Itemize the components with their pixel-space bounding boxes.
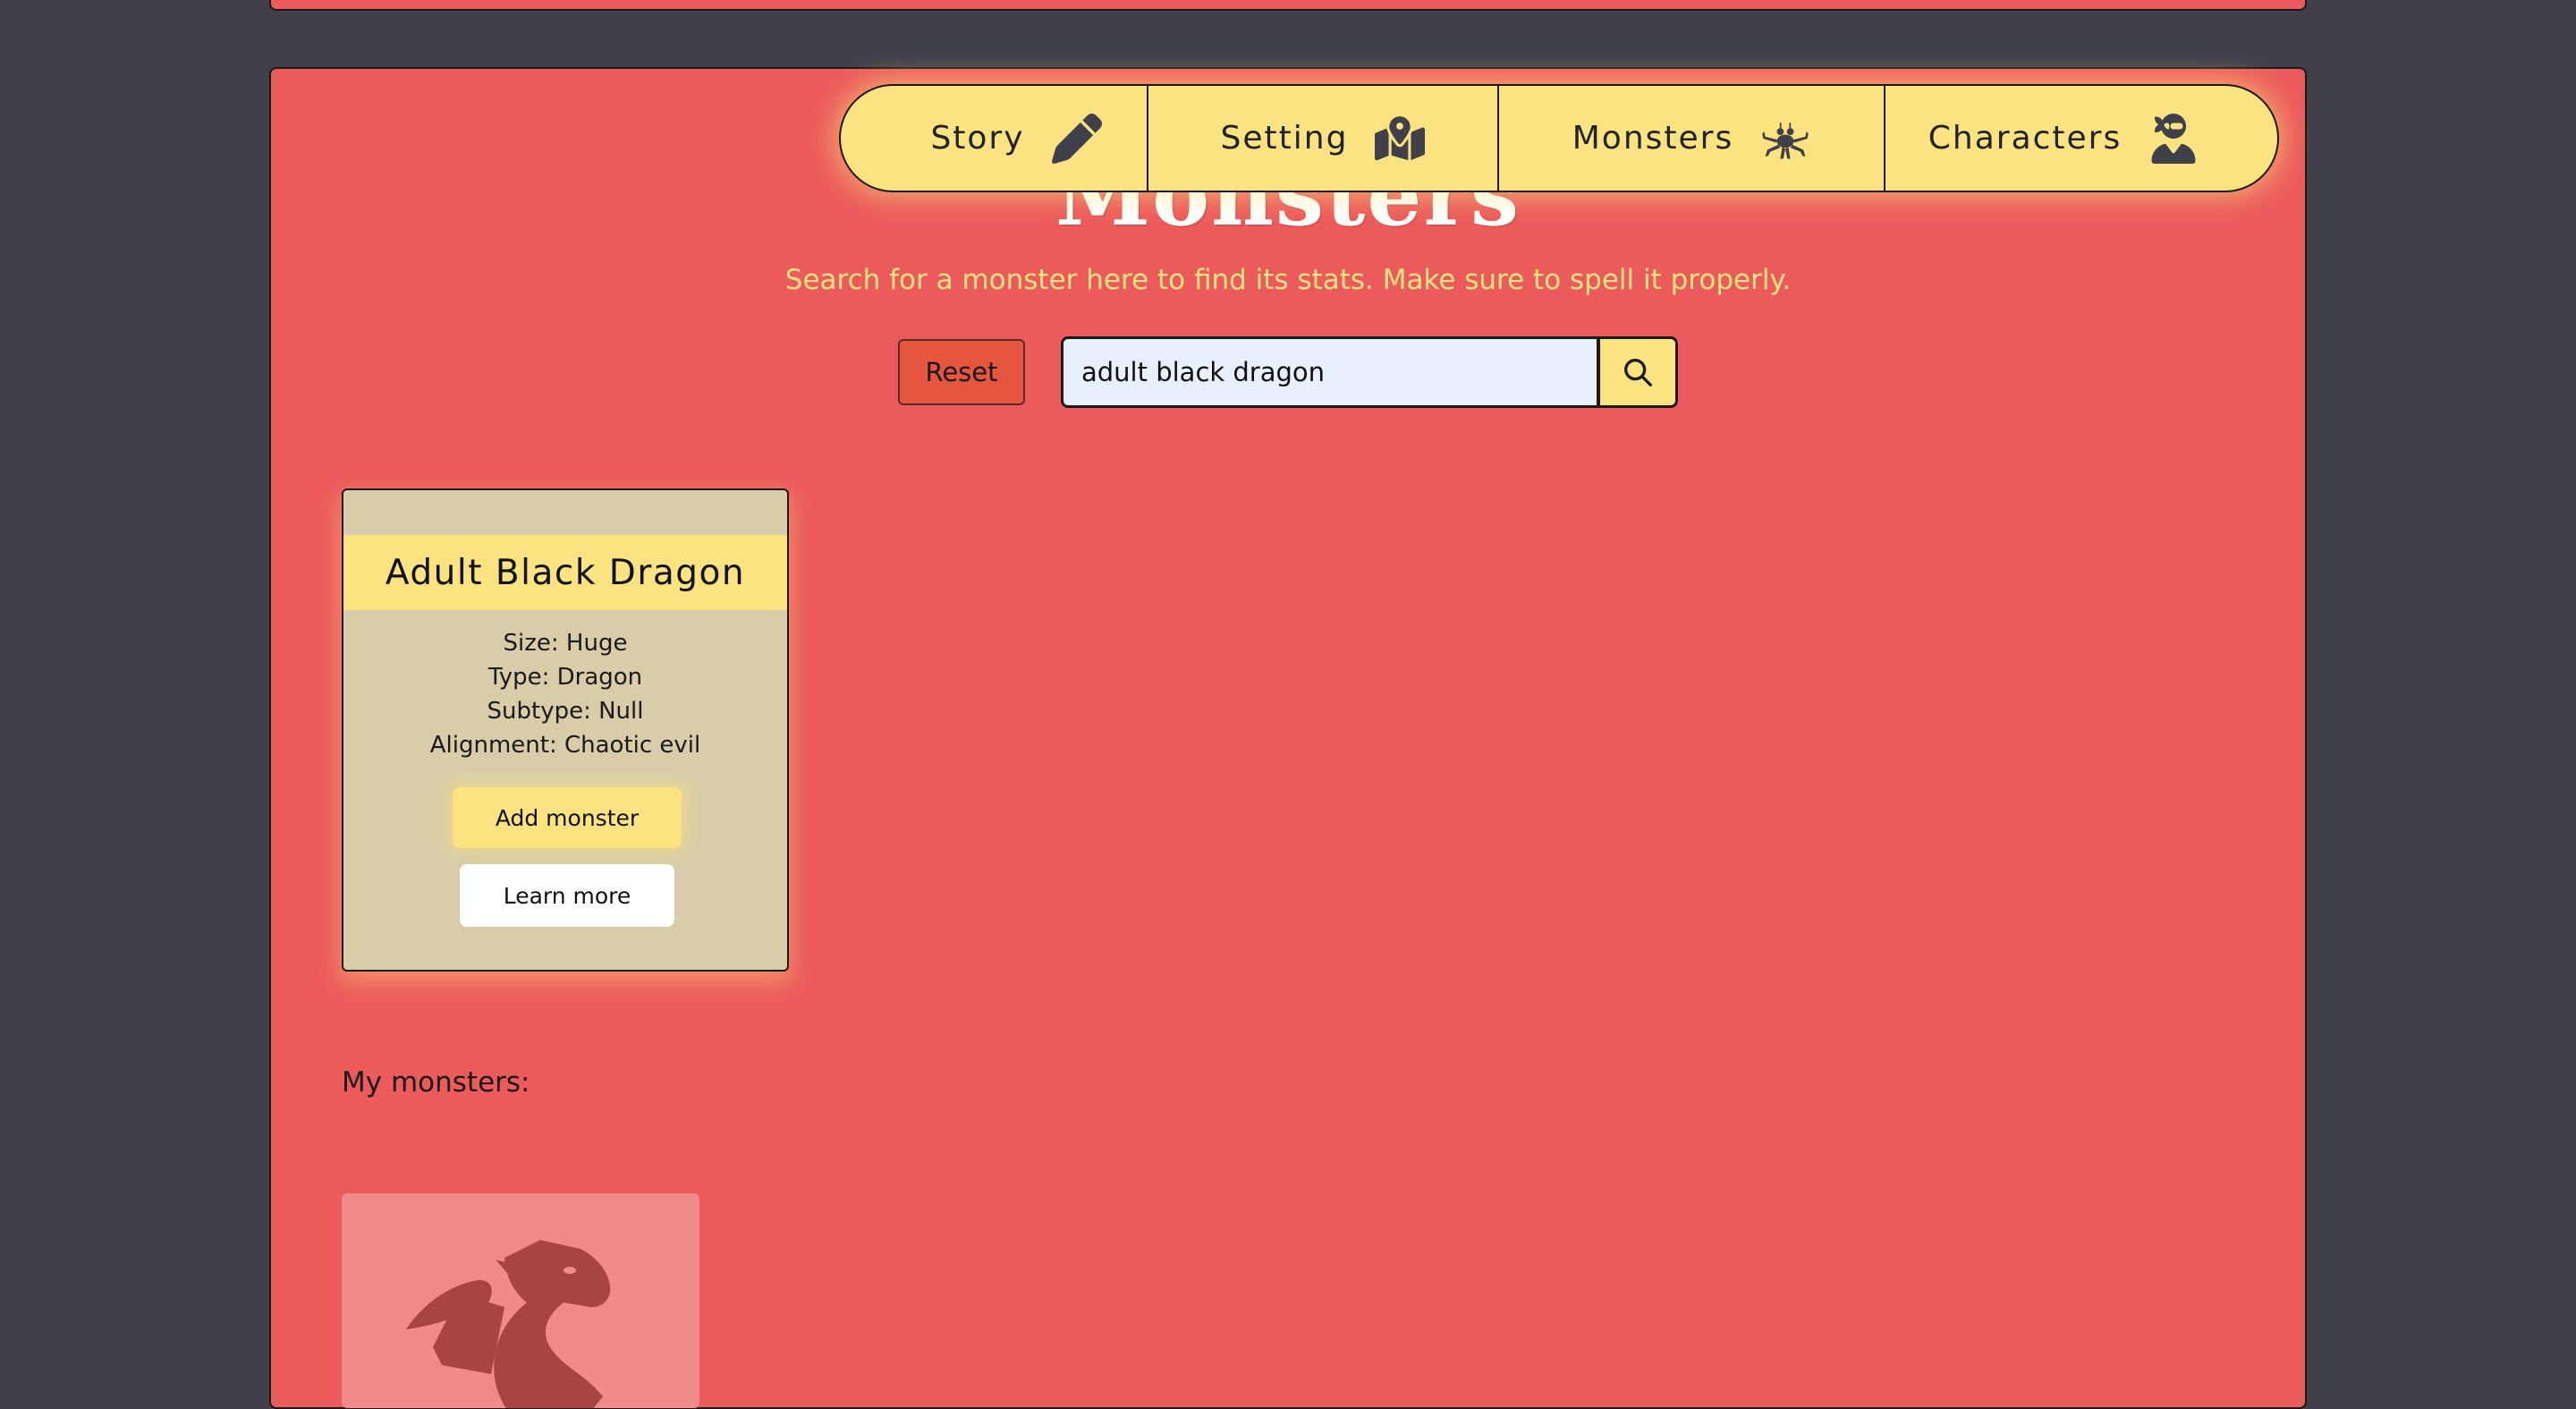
nav-item-label: Characters xyxy=(1928,120,2123,157)
monster-result-card: Adult Black Dragon Size: Huge Type: Drag… xyxy=(342,488,789,972)
reset-button[interactable]: Reset xyxy=(898,339,1025,405)
nav-item-characters[interactable]: Characters xyxy=(1884,86,2277,191)
search-input[interactable] xyxy=(1061,336,1599,408)
nav-item-label: Monsters xyxy=(1572,120,1734,157)
my-monster-tile[interactable] xyxy=(342,1193,699,1408)
nav-item-label: Setting xyxy=(1220,120,1349,157)
map-icon xyxy=(1375,115,1426,160)
monster-size: Size: Huge xyxy=(503,630,628,657)
nav-item-story[interactable]: Story xyxy=(841,86,1147,191)
add-monster-button[interactable]: Add monster xyxy=(453,787,682,848)
search-icon xyxy=(1624,359,1652,386)
my-monsters-heading: My monsters: xyxy=(342,1066,530,1099)
nav-item-setting[interactable]: Setting xyxy=(1147,86,1497,191)
nav-item-monsters[interactable]: Monsters xyxy=(1497,86,1884,191)
search-button[interactable] xyxy=(1597,336,1678,408)
monster-alignment: Alignment: Chaotic evil xyxy=(429,732,701,759)
learn-more-button[interactable]: Learn more xyxy=(460,864,674,927)
monster-type: Type: Dragon xyxy=(487,664,643,691)
monster-icon xyxy=(1762,122,1809,158)
pencil-icon xyxy=(1051,113,1102,164)
nav-item-label: Story xyxy=(930,120,1025,157)
monster-card-title: Adult Black Dragon xyxy=(343,535,787,610)
monster-card-stats: Size: Huge Type: Dragon Subtype: Null Al… xyxy=(343,626,787,762)
monster-subtype: Subtype: Null xyxy=(487,698,644,725)
dragon-icon xyxy=(406,1240,611,1408)
top-panel xyxy=(269,0,2307,11)
user-ninja-icon xyxy=(2151,113,2196,164)
main-nav: Story Setting Monsters Characters xyxy=(839,84,2279,192)
page-subtitle: Search for a monster here to find its st… xyxy=(784,264,1792,296)
